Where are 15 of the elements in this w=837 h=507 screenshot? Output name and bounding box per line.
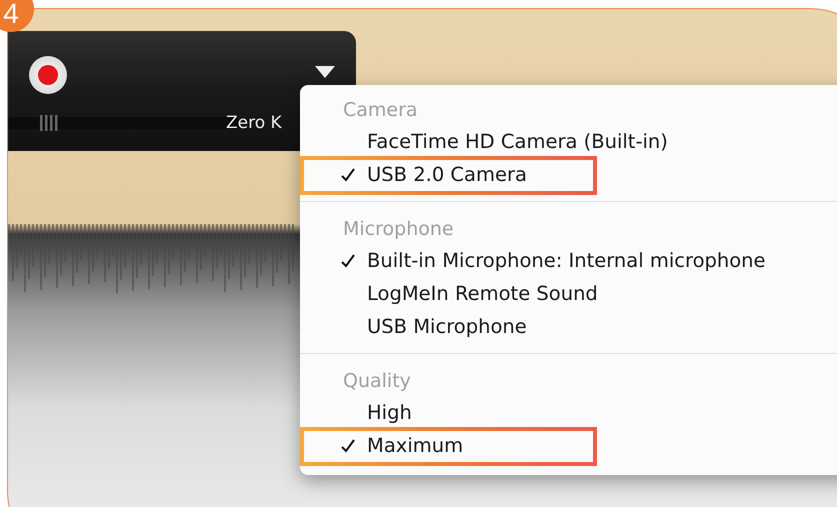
menu-item[interactable]: USB Microphone — [367, 315, 527, 338]
menu-item[interactable]: Maximum — [367, 434, 464, 457]
menu-item[interactable]: USB 2.0 Camera — [367, 163, 527, 186]
menu-item[interactable]: High — [367, 401, 412, 424]
menu-section-header: Camera — [342, 98, 419, 123]
menu-item[interactable]: FaceTime HD Camera (Built-in) — [367, 130, 668, 153]
record-button[interactable] — [29, 56, 67, 94]
menu-item[interactable]: Built-in Microphone: Internal microphone — [367, 249, 766, 272]
recorder-status: Zero K — [226, 113, 282, 133]
menu-item[interactable]: LogMeIn Remote Sound — [367, 282, 598, 305]
step-badge: 4 — [0, 0, 34, 32]
record-dot-icon — [38, 65, 58, 85]
dropdown-triangle-icon[interactable] — [315, 66, 335, 78]
menu-section-header: Microphone — [342, 217, 455, 242]
menu-section-header: Quality — [342, 369, 412, 394]
